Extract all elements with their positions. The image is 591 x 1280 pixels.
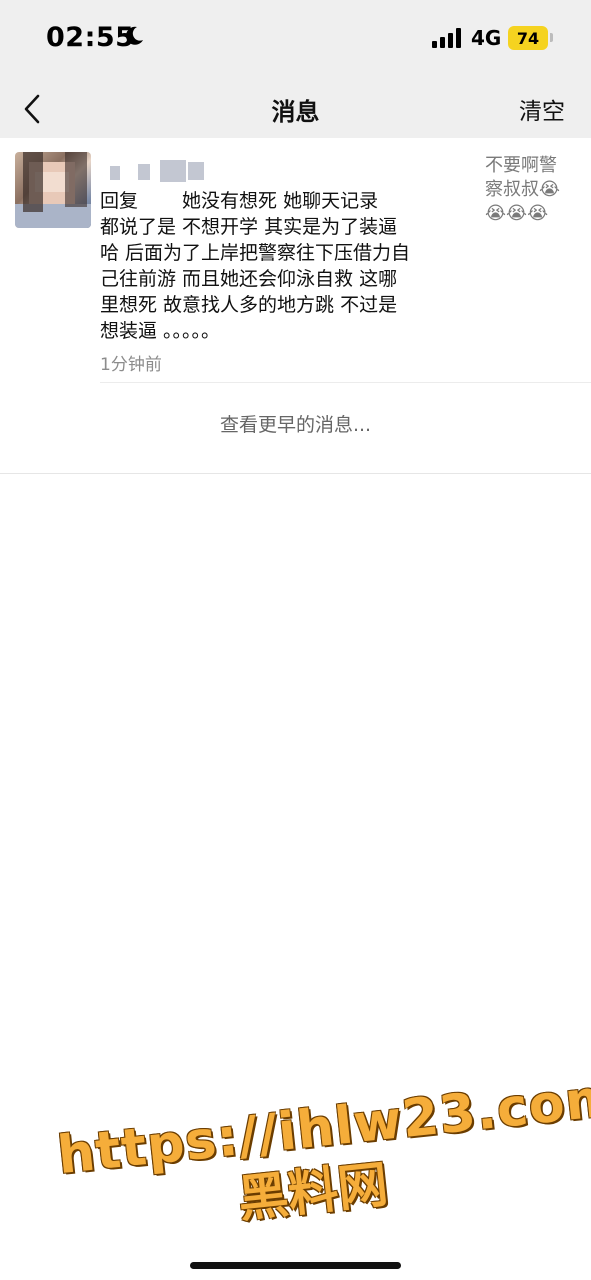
signal-icon	[432, 28, 461, 48]
message-item[interactable]: 回复 她没有想死 她聊天记录 都说了是 不想开学 其实是为了装逼 哈 后面为了上…	[0, 138, 591, 382]
network-type: 4G	[471, 26, 502, 50]
moon-icon	[126, 26, 143, 45]
status-time: 02:55	[46, 22, 135, 53]
battery-tip	[550, 33, 553, 42]
battery-level: 74	[516, 28, 540, 48]
home-indicator[interactable]	[190, 1262, 401, 1269]
view-earlier-link[interactable]: 查看更早的消息...	[0, 410, 591, 437]
page-title: 消息	[271, 98, 320, 126]
clear-button[interactable]: 清空	[519, 92, 565, 126]
quoted-comment[interactable]: 不要啊警 察叔叔😭 😭😭😭	[485, 154, 577, 226]
avatar[interactable]	[15, 152, 91, 228]
message-text: 回复 她没有想死 她聊天记录 都说了是 不想开学 其实是为了装逼 哈 后面为了上…	[100, 190, 411, 342]
battery-icon: 74	[508, 26, 548, 50]
watermark: https://ihlw23.com 黑料网	[55, 1067, 591, 1254]
message-time: 1分钟前	[100, 355, 162, 375]
username-blurred[interactable]	[100, 160, 210, 182]
status-bar: 02:55 4G 74	[0, 0, 591, 80]
nav-bar: 消息 清空	[0, 80, 591, 138]
divider	[0, 473, 591, 474]
divider	[100, 382, 591, 383]
